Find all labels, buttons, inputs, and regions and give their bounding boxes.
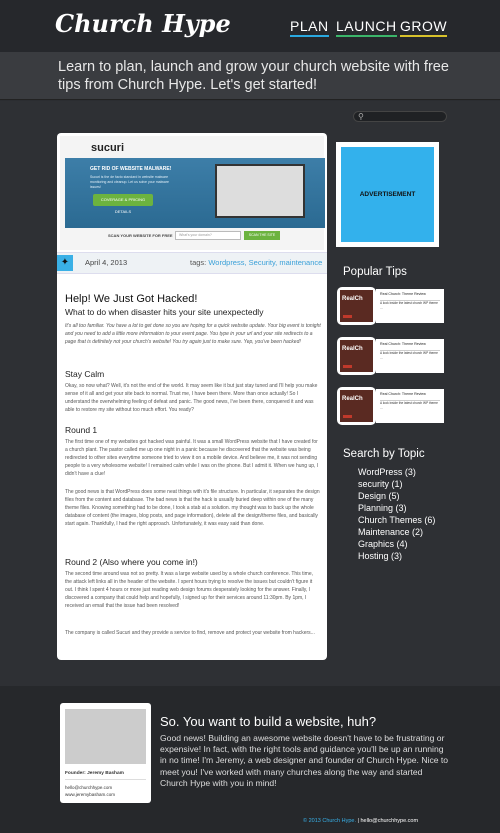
site-header: Church Hype PLAN LAUNCH GROW xyxy=(0,0,500,52)
scan-label: SCAN YOUR WEBSITE FOR FREE xyxy=(108,233,173,238)
tip-title: Real Church: Theme Review xyxy=(380,342,426,346)
founder-photo xyxy=(65,709,146,764)
sucuri-logo: sucuri xyxy=(91,142,125,154)
banner-headline: GET RID OF WEBSITE MALWARE! xyxy=(90,166,172,172)
topic-link[interactable]: Graphics (4) xyxy=(358,538,435,550)
nav-underline xyxy=(290,35,329,37)
nav-plan[interactable]: PLAN xyxy=(290,18,329,37)
post-meta: ✦ April 4, 2013 tags: Wordpress, Securit… xyxy=(57,252,327,274)
tip-title: Real Church: Theme Review xyxy=(380,292,426,296)
tip-card[interactable]: RealCh Real Church: Theme Review A look … xyxy=(337,337,446,375)
topic-link[interactable]: Church Themes (6) xyxy=(358,514,435,526)
topic-link[interactable]: security (1) xyxy=(358,478,435,490)
section-heading: Round 2 (Also where you come in!) xyxy=(65,557,198,567)
founder-card: Founder: Jeremy Basham hello@churchhype.… xyxy=(60,703,151,803)
topic-list: WordPress (3) security (1) Design (5) Pl… xyxy=(358,466,435,562)
tip-thumbnail: RealCh xyxy=(337,287,376,325)
founder-website[interactable]: www.jeremybasham.com xyxy=(65,792,115,797)
tag-links[interactable]: Wordpress, Security, maintenance xyxy=(208,258,322,267)
nav-underline xyxy=(336,35,397,37)
blog-post: sucuri GET RID OF WEBSITE MALWARE! Sucur… xyxy=(57,133,327,660)
copyright: © 2013 Church Hype. | hello@churchhype.c… xyxy=(303,818,419,824)
search-icon: ⚲ xyxy=(358,112,364,121)
tip-thumbnail: RealCh xyxy=(337,337,376,375)
nav-underline xyxy=(400,35,448,37)
topics-heading: Search by Topic xyxy=(343,448,425,460)
post-title: Help! We Just Got Hacked! xyxy=(65,293,198,305)
nav-grow[interactable]: GROW xyxy=(400,18,448,37)
pin-icon: ✦ xyxy=(57,255,73,271)
nav-launch[interactable]: LAUNCH xyxy=(336,18,397,37)
post-tags: tags: Wordpress, Security, maintenance xyxy=(190,258,323,267)
contact-email[interactable]: hello@churchhype.com xyxy=(360,818,418,824)
topic-link[interactable]: Design (5) xyxy=(358,490,435,502)
section-heading: Round 1 xyxy=(65,425,98,435)
post-subtitle: What to do when disaster hits your site … xyxy=(65,307,264,317)
founder-email[interactable]: hello@churchhype.com xyxy=(65,785,112,790)
tip-card[interactable]: RealCh Real Church: Theme Review A look … xyxy=(337,387,446,425)
ad-label: ADVERTISEMENT xyxy=(341,147,434,242)
site-logo[interactable]: Church Hype xyxy=(55,9,231,38)
monitor-image xyxy=(215,164,305,218)
coverage-button[interactable]: COVERAGE & PRICING DETAILS xyxy=(93,194,153,214)
tip-card[interactable]: RealCh Real Church: Theme Review A look … xyxy=(337,287,446,325)
topic-link[interactable]: WordPress (3) xyxy=(358,466,435,478)
scan-button[interactable]: SCAN THE SITE xyxy=(244,231,280,240)
section-text: The second time around was not so pretty… xyxy=(65,571,313,609)
section-text: The good news is that WordPress does som… xyxy=(65,489,320,527)
section-text: The first time one of my websites got ha… xyxy=(65,439,319,477)
topic-link[interactable]: Planning (3) xyxy=(358,502,435,514)
sucuri-banner[interactable]: sucuri GET RID OF WEBSITE MALWARE! Sucur… xyxy=(60,136,325,250)
post-intro: It's all too familiar. You have a lot to… xyxy=(65,323,321,345)
advertisement[interactable]: ADVERTISEMENT xyxy=(336,142,439,247)
section-heading: Stay Calm xyxy=(65,369,105,379)
post-date: April 4, 2013 xyxy=(85,258,128,267)
banner-description: Sucuri is the de facto standard in websi… xyxy=(90,175,169,189)
banner-hero: GET RID OF WEBSITE MALWARE! Sucuri is th… xyxy=(65,158,325,228)
tip-desc: A look inside the latest church WP theme… xyxy=(380,401,438,410)
section-text: The company is called Sucuri and they pr… xyxy=(65,630,315,636)
tagline-bar: Learn to plan, launch and grow your chur… xyxy=(0,52,500,100)
tip-thumbnail: RealCh xyxy=(337,387,376,425)
about-text: Good news! Building an awesome website d… xyxy=(160,733,449,788)
tagline-text: Learn to plan, launch and grow your chur… xyxy=(58,59,449,93)
about-heading: So. You want to build a website, huh? xyxy=(160,714,377,729)
tip-desc: A look inside the latest church WP theme… xyxy=(380,301,438,310)
tip-title: Real Church: Theme Review xyxy=(380,392,426,396)
search-input[interactable]: ⚲ xyxy=(353,111,447,122)
section-text: Okay, so now what? Well, it's not the en… xyxy=(65,383,318,413)
domain-input[interactable]: What's your domain? xyxy=(175,231,241,240)
founder-name: Founder: Jeremy Basham xyxy=(65,771,124,776)
topic-link[interactable]: Hosting (3) xyxy=(358,550,435,562)
popular-tips-heading: Popular Tips xyxy=(343,266,407,278)
tip-desc: A look inside the latest church WP theme… xyxy=(380,351,438,360)
topic-link[interactable]: Maintenance (2) xyxy=(358,526,435,538)
